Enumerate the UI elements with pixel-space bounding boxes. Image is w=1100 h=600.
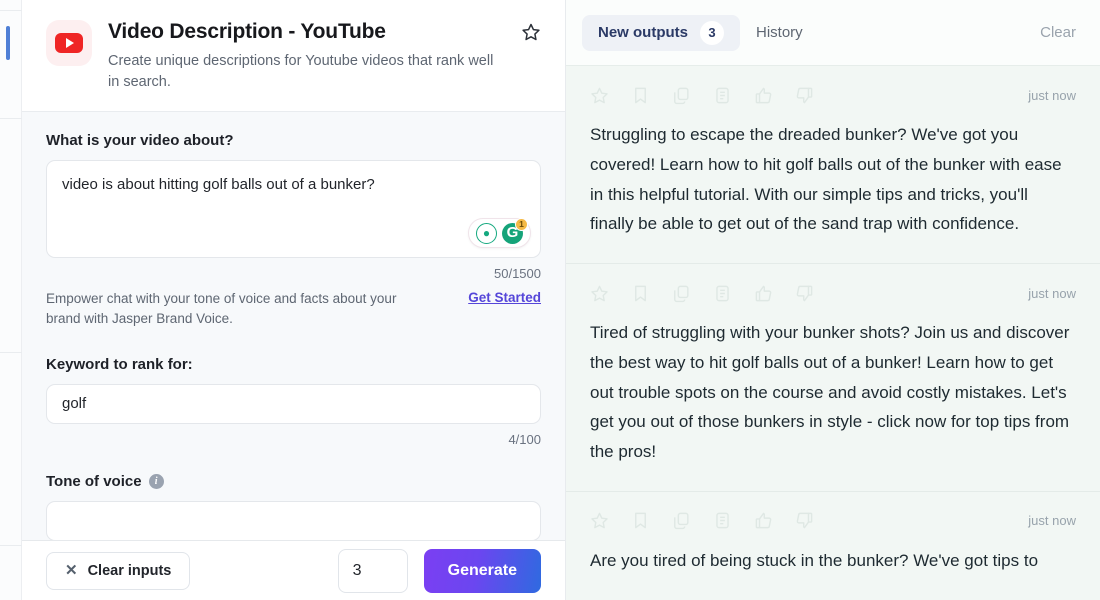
outputs-list: just now Struggling to escape the dreade… xyxy=(566,66,1100,600)
output-card: just now Are you tired of being stuck in… xyxy=(566,492,1100,600)
thumbs-down-icon[interactable] xyxy=(795,511,814,530)
tone-label-text: Tone of voice xyxy=(46,473,142,490)
copy-icon[interactable] xyxy=(672,284,691,303)
tab-history[interactable]: History xyxy=(740,15,819,51)
jasper-template-editor: Video Description - YouTube Create uniqu… xyxy=(0,0,1100,600)
input-panel: Video Description - YouTube Create uniqu… xyxy=(22,0,566,600)
document-icon[interactable] xyxy=(713,284,732,303)
action-bar: ✕ Clear inputs 3 Generate xyxy=(22,540,565,600)
youtube-icon xyxy=(46,20,92,66)
document-icon[interactable] xyxy=(713,511,732,530)
thumbs-up-icon[interactable] xyxy=(754,511,773,530)
output-text: Struggling to escape the dreaded bunker?… xyxy=(590,120,1076,239)
field-tone-of-voice: Tone of voice i xyxy=(46,473,541,540)
generate-button[interactable]: Generate xyxy=(424,549,541,593)
output-text: Tired of struggling with your bunker sho… xyxy=(590,318,1076,467)
field-label-keyword: Keyword to rank for: xyxy=(46,356,541,373)
tab-history-label: History xyxy=(756,24,803,41)
tone-input[interactable] xyxy=(46,501,541,540)
copy-icon[interactable] xyxy=(672,86,691,105)
output-timestamp: just now xyxy=(1028,88,1076,103)
keyword-value: golf xyxy=(62,395,86,412)
rail-divider xyxy=(0,352,22,353)
rail-divider xyxy=(0,545,22,546)
close-x-icon: ✕ xyxy=(65,563,78,578)
grammarly-icon[interactable]: G 1 xyxy=(502,223,523,244)
thumbs-up-icon[interactable] xyxy=(754,86,773,105)
video-about-textarea[interactable]: video is about hitting golf balls out of… xyxy=(46,160,541,258)
star-icon[interactable] xyxy=(590,511,609,530)
output-card-toolbar: just now xyxy=(590,506,1076,536)
clear-inputs-label: Clear inputs xyxy=(88,563,172,579)
rail-divider xyxy=(0,118,22,119)
clear-inputs-button[interactable]: ✕ Clear inputs xyxy=(46,552,190,590)
left-rail xyxy=(0,0,22,600)
field-label-tone: Tone of voice i xyxy=(46,473,541,490)
thumbs-down-icon[interactable] xyxy=(795,284,814,303)
writing-assistant-pill[interactable]: ● G 1 xyxy=(468,218,531,248)
brand-voice-row: Empower chat with your tone of voice and… xyxy=(46,289,541,330)
field-label-video-about: What is your video about? xyxy=(46,132,541,149)
output-card: just now Struggling to escape the dreade… xyxy=(566,66,1100,264)
bookmark-icon[interactable] xyxy=(631,511,650,530)
brand-voice-text: Empower chat with your tone of voice and… xyxy=(46,289,416,330)
output-quantity-value: 3 xyxy=(353,562,362,580)
output-text: Are you tired of being stuck in the bunk… xyxy=(590,546,1076,576)
favorite-star-icon[interactable] xyxy=(521,22,541,47)
form-fields: What is your video about? video is about… xyxy=(22,112,565,540)
grammarly-badge: 1 xyxy=(515,218,528,231)
keyword-input[interactable]: golf xyxy=(46,384,541,424)
page-title: Video Description - YouTube xyxy=(108,19,505,44)
star-icon[interactable] xyxy=(590,284,609,303)
generate-label: Generate xyxy=(448,562,517,580)
template-subtitle: Create unique descriptions for Youtube v… xyxy=(108,51,505,93)
output-card: just now Tired of struggling with your b… xyxy=(566,264,1100,492)
bookmark-icon[interactable] xyxy=(631,86,650,105)
thumbs-up-icon[interactable] xyxy=(754,284,773,303)
output-timestamp: just now xyxy=(1028,513,1076,528)
get-started-link[interactable]: Get Started xyxy=(468,290,541,305)
output-timestamp: just now xyxy=(1028,286,1076,301)
star-icon[interactable] xyxy=(590,86,609,105)
tab-new-outputs[interactable]: New outputs 3 xyxy=(582,15,740,51)
bookmark-icon[interactable] xyxy=(631,284,650,303)
document-icon[interactable] xyxy=(713,86,732,105)
new-outputs-count: 3 xyxy=(700,21,724,45)
output-card-toolbar: just now xyxy=(590,278,1076,308)
field-keyword: Keyword to rank for: golf 4/100 xyxy=(46,356,541,447)
outputs-panel: New outputs 3 History Clear xyxy=(566,0,1100,600)
template-header: Video Description - YouTube Create uniqu… xyxy=(22,0,565,112)
video-about-value: video is about hitting golf balls out of… xyxy=(62,174,525,195)
thumbs-down-icon[interactable] xyxy=(795,86,814,105)
rail-scrollbar-thumb[interactable] xyxy=(6,26,10,60)
keyword-counter: 4/100 xyxy=(46,432,541,447)
outputs-tabbar: New outputs 3 History Clear xyxy=(566,0,1100,66)
lightbulb-icon[interactable]: ● xyxy=(476,223,497,244)
tab-new-outputs-label: New outputs xyxy=(598,24,688,41)
info-icon[interactable]: i xyxy=(149,474,164,489)
output-card-toolbar: just now xyxy=(590,80,1076,110)
output-quantity-input[interactable]: 3 xyxy=(338,549,408,593)
rail-divider xyxy=(0,10,22,11)
field-video-about: What is your video about? video is about… xyxy=(46,132,541,330)
video-about-counter: 50/1500 xyxy=(46,266,541,281)
copy-icon[interactable] xyxy=(672,511,691,530)
clear-outputs-link[interactable]: Clear xyxy=(1040,24,1076,41)
